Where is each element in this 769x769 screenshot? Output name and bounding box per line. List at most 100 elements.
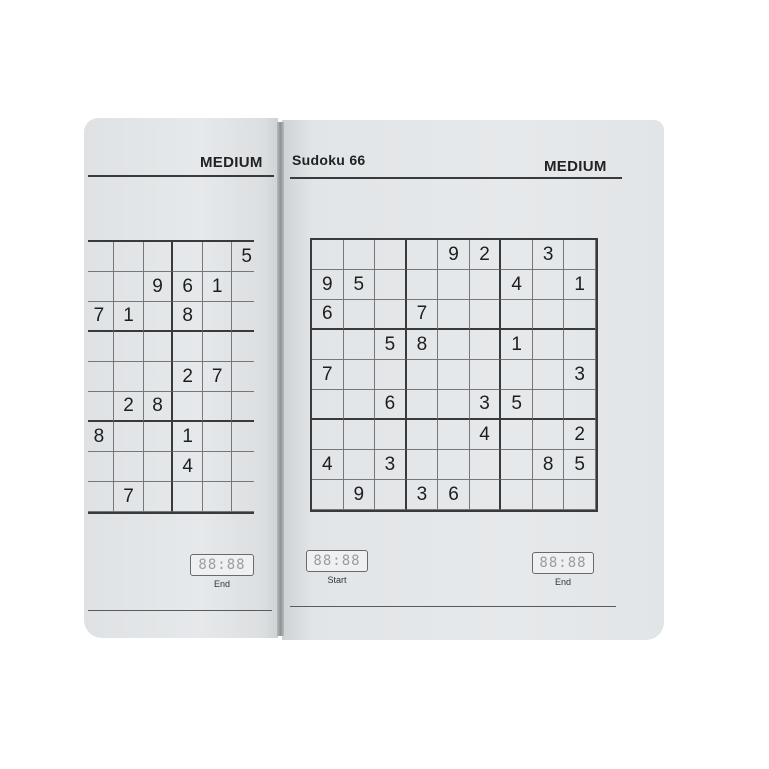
grid-cell xyxy=(114,272,144,302)
grid-cell: 7 xyxy=(312,360,344,390)
grid-cell xyxy=(501,480,533,510)
grid-cell xyxy=(232,272,254,302)
grid-cell xyxy=(343,390,376,420)
grid-cell: 9 xyxy=(143,272,174,302)
grid-cell xyxy=(438,450,470,480)
grid-cell: 4 xyxy=(469,420,502,450)
grid-cell xyxy=(143,242,174,272)
grid-cell xyxy=(312,420,344,450)
grid-cell xyxy=(143,332,174,362)
grid-cell xyxy=(343,450,376,480)
grid-cell xyxy=(343,360,376,390)
grid-cell xyxy=(143,362,174,392)
grid-cell xyxy=(375,270,407,300)
start-label: Start xyxy=(327,575,347,585)
grid-cell xyxy=(469,300,502,330)
grid-cell: 4 xyxy=(173,452,203,482)
grid-cell xyxy=(88,242,115,272)
grid-cell xyxy=(88,392,115,422)
grid-cell: 2 xyxy=(173,362,203,392)
left-end-label: End xyxy=(213,579,230,589)
grid-cell: 6 xyxy=(375,390,407,420)
sudoku-book: MEDIUM 596171827288147 88:88 End Sudoku … xyxy=(0,0,769,769)
right-sudoku-grid: 92395416758173635424385936 xyxy=(310,238,598,512)
grid-cell xyxy=(143,452,174,482)
grid-cell: 5 xyxy=(501,390,533,420)
grid-cell xyxy=(406,450,439,480)
grid-cell xyxy=(143,302,174,332)
grid-cell xyxy=(469,330,502,360)
grid-cell xyxy=(114,452,144,482)
grid-cell xyxy=(532,300,565,330)
grid-cell xyxy=(202,422,233,452)
grid-cell xyxy=(232,422,254,452)
grid-cell: 7 xyxy=(406,300,439,330)
grid-cell xyxy=(173,392,203,422)
grid-cell: 7 xyxy=(202,362,233,392)
grid-cell: 5 xyxy=(564,450,596,480)
grid-cell xyxy=(202,242,233,272)
grid-cell xyxy=(232,302,254,332)
right-header-rule xyxy=(290,177,622,179)
grid-cell: 3 xyxy=(564,360,596,390)
grid-cell xyxy=(114,332,144,362)
grid-cell: 3 xyxy=(469,390,502,420)
grid-cell xyxy=(469,480,502,510)
grid-cell: 6 xyxy=(312,300,344,330)
grid-cell: 4 xyxy=(501,270,533,300)
grid-cell xyxy=(532,270,565,300)
grid-cell: 9 xyxy=(438,240,470,270)
grid-cell xyxy=(202,452,233,482)
book-spine xyxy=(277,122,284,636)
grid-cell: 6 xyxy=(438,480,470,510)
grid-cell xyxy=(343,330,376,360)
grid-cell: 2 xyxy=(114,392,144,422)
grid-cell xyxy=(202,332,233,362)
grid-cell xyxy=(438,390,470,420)
grid-cell: 3 xyxy=(406,480,439,510)
grid-cell xyxy=(532,390,565,420)
grid-cell xyxy=(143,482,174,512)
grid-cell xyxy=(88,362,115,392)
grid-cell xyxy=(202,392,233,422)
grid-cell xyxy=(343,240,376,270)
grid-cell xyxy=(375,360,407,390)
end-label: End xyxy=(554,577,571,587)
grid-cell: 1 xyxy=(564,270,596,300)
grid-cell xyxy=(532,480,565,510)
grid-cell: 5 xyxy=(232,242,254,272)
grid-cell: 7 xyxy=(114,482,144,512)
grid-cell xyxy=(232,452,254,482)
grid-cell xyxy=(173,242,203,272)
grid-cell: 3 xyxy=(532,240,565,270)
grid-cell xyxy=(438,360,470,390)
grid-cell xyxy=(232,362,254,392)
grid-cell xyxy=(88,332,115,362)
grid-cell xyxy=(173,482,203,512)
grid-cell xyxy=(564,390,596,420)
left-end-timer: 88:88 xyxy=(190,554,254,576)
grid-cell xyxy=(438,270,470,300)
grid-cell: 1 xyxy=(173,422,203,452)
grid-cell xyxy=(312,390,344,420)
grid-cell xyxy=(143,422,174,452)
grid-cell xyxy=(88,482,115,512)
grid-cell xyxy=(173,332,203,362)
grid-cell xyxy=(114,242,144,272)
left-sudoku-grid: 596171827288147 xyxy=(88,240,254,514)
grid-cell xyxy=(406,390,439,420)
grid-cell: 7 xyxy=(88,302,115,332)
start-timer: 88:88 xyxy=(306,550,368,572)
left-grid-clip: 596171827288147 xyxy=(88,0,254,769)
grid-cell xyxy=(438,300,470,330)
grid-cell xyxy=(532,420,565,450)
grid-cell xyxy=(501,450,533,480)
grid-cell: 5 xyxy=(375,330,407,360)
end-timer: 88:88 xyxy=(532,552,594,574)
grid-cell xyxy=(375,480,407,510)
grid-cell: 9 xyxy=(343,480,376,510)
grid-cell xyxy=(232,332,254,362)
grid-cell: 5 xyxy=(343,270,376,300)
grid-cell xyxy=(232,482,254,512)
grid-cell xyxy=(312,480,344,510)
